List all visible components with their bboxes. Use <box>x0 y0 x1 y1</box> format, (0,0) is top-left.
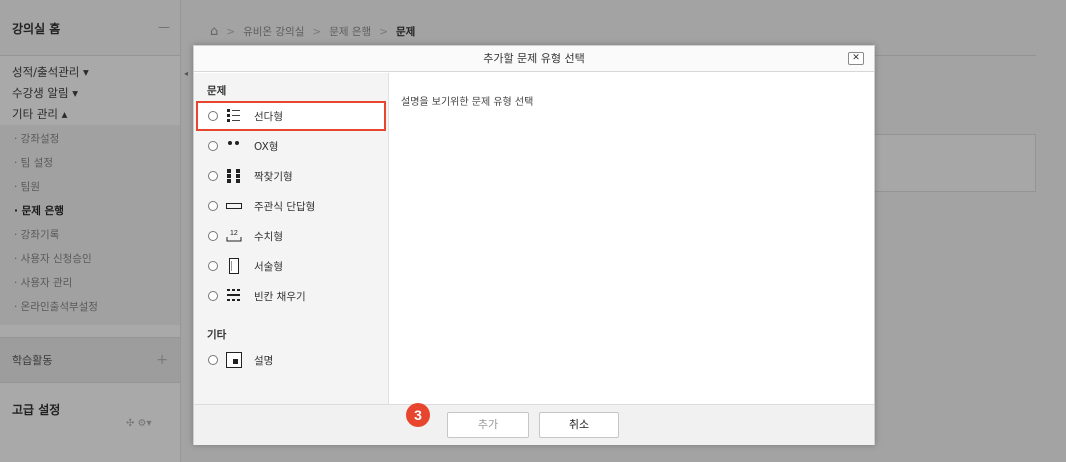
sidebar-collapse-icon[interactable]: ◂ <box>181 64 191 84</box>
sidebar-subitem-course-settings[interactable]: · 강좌설정 <box>0 127 180 151</box>
radio-button[interactable] <box>208 201 218 211</box>
radio-button[interactable] <box>208 231 218 241</box>
fill-blank-icon <box>226 288 242 304</box>
add-icon[interactable]: + <box>156 352 168 368</box>
radio-button[interactable] <box>208 355 218 365</box>
sidebar-collapse-toggle[interactable]: — <box>158 20 170 55</box>
sidebar-subitem-online-attendance[interactable]: · 온라인출석부설정 <box>0 295 180 319</box>
matching-icon <box>226 168 242 184</box>
sidebar-subitem-course-logs[interactable]: · 강좌기록 <box>0 223 180 247</box>
cancel-button[interactable]: 취소 <box>539 412 619 438</box>
question-type-list: 문제 선다형 OX형 짝찾기형 주관식 단답형 12 수치형 서술형 빈칸 채우… <box>194 73 389 404</box>
option-label: 선다형 <box>254 110 283 123</box>
sidebar-subitem-team-members[interactable]: · 팀원 <box>0 175 180 199</box>
option-short-answer[interactable]: 주관식 단답형 <box>194 191 388 221</box>
sidebar-header[interactable]: 강의실 홈 — <box>0 0 180 56</box>
short-answer-icon <box>226 198 242 214</box>
radio-button[interactable] <box>208 111 218 121</box>
sidebar-header-title: 강의실 홈 <box>12 22 61 36</box>
breadcrumb-separator: > <box>226 25 236 38</box>
home-icon[interactable]: ⌂ <box>210 24 218 39</box>
sidebar-advanced-settings[interactable]: 고급 설정 <box>0 383 180 418</box>
option-multiple-choice[interactable]: 선다형 <box>196 101 386 131</box>
radio-button[interactable] <box>208 141 218 151</box>
sidebar-item-student-notice[interactable]: 수강생 알림 ▾ <box>0 83 180 104</box>
option-label: 짝찾기형 <box>254 170 293 183</box>
option-label: 수치형 <box>254 230 283 243</box>
sidebar: 강의실 홈 — 성적/출석관리 ▾ 수강생 알림 ▾ 기타 관리 ▴ · 강좌설… <box>0 0 181 462</box>
dialog-title: 추가할 문제 유형 선택 <box>483 52 585 65</box>
numerical-icon: 12 <box>226 228 242 244</box>
sidebar-item-grades[interactable]: 성적/출석관리 ▾ <box>0 62 180 83</box>
description-text: 설명을 보기위한 문제 유형 선택 <box>401 97 534 108</box>
option-essay[interactable]: 서술형 <box>194 251 388 281</box>
sidebar-menu: 성적/출석관리 ▾ 수강생 알림 ▾ 기타 관리 ▴ · 강좌설정 · 팀 설정… <box>0 56 180 325</box>
option-numerical[interactable]: 12 수치형 <box>194 221 388 251</box>
sidebar-section-activity-label: 학습활동 <box>12 354 53 367</box>
add-button[interactable]: 추가 <box>447 412 529 438</box>
sidebar-subitem-question-bank[interactable]: · 문제 은행 <box>0 199 180 223</box>
settings-gear-icon[interactable]: ✣ ⚙▾ <box>126 418 152 429</box>
option-label: 서술형 <box>254 260 283 273</box>
sidebar-subitem-user-management[interactable]: · 사용자 관리 <box>0 271 180 295</box>
essay-icon <box>226 258 242 274</box>
option-fill-blank[interactable]: 빈칸 채우기 <box>194 281 388 311</box>
breadcrumb-separator: > <box>379 25 388 38</box>
option-label: 빈칸 채우기 <box>254 290 306 303</box>
radio-button[interactable] <box>208 261 218 271</box>
option-true-false[interactable]: OX형 <box>194 131 388 161</box>
option-label: OX형 <box>254 140 279 153</box>
multiple-choice-icon <box>226 108 242 124</box>
true-false-icon <box>226 138 242 154</box>
category-label-other: 기타 <box>207 329 227 341</box>
sidebar-item-other-management[interactable]: 기타 관리 ▴ <box>0 104 180 125</box>
option-description[interactable]: 설명 <box>194 345 388 375</box>
option-label: 설명 <box>254 354 274 367</box>
question-type-dialog: 추가할 문제 유형 선택 ✕ 문제 선다형 OX형 짝찾기형 주관식 단답형 1… <box>193 45 875 445</box>
dialog-footer: 추가 취소 <box>194 404 874 445</box>
breadcrumb-separator: > <box>312 25 322 38</box>
dialog-title-bar: 추가할 문제 유형 선택 ✕ <box>194 46 874 72</box>
breadcrumb-item-question-bank[interactable]: 문제 은행 <box>329 24 371 39</box>
sidebar-section-activity[interactable]: 학습활동 + <box>0 337 180 383</box>
category-label-questions: 문제 <box>207 85 227 97</box>
sidebar-subitem-team-settings[interactable]: · 팀 설정 <box>0 151 180 175</box>
description-panel: 설명을 보기위한 문제 유형 선택 <box>390 73 874 404</box>
radio-button[interactable] <box>208 171 218 181</box>
step-badge: 3 <box>406 403 430 427</box>
close-icon[interactable]: ✕ <box>848 52 864 65</box>
option-matching[interactable]: 짝찾기형 <box>194 161 388 191</box>
radio-button[interactable] <box>208 291 218 301</box>
breadcrumb-item-current: 문제 <box>396 26 416 38</box>
sidebar-submenu: · 강좌설정 · 팀 설정 · 팀원 · 문제 은행 · 강좌기록 · 사용자 … <box>0 125 180 325</box>
option-label: 주관식 단답형 <box>254 200 316 213</box>
svg-text:12: 12 <box>230 230 238 237</box>
breadcrumb-item-classroom[interactable]: 유비온 강의실 <box>243 24 304 39</box>
breadcrumb: ⌂ > 유비온 강의실 > 문제 은행 > 문제 <box>210 24 415 39</box>
sidebar-subitem-user-approval[interactable]: · 사용자 신청승인 <box>0 247 180 271</box>
description-icon <box>226 352 242 368</box>
